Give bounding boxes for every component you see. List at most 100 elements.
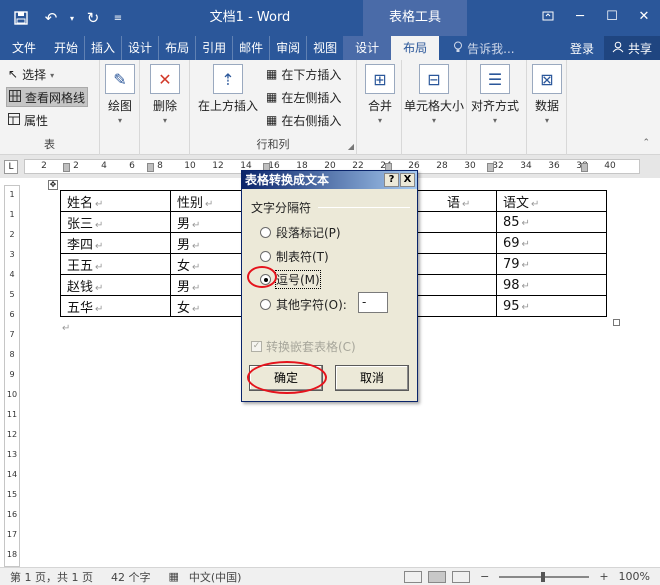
cell-end-mark: ↵ (95, 240, 104, 252)
close-icon[interactable]: ✕ (628, 0, 660, 32)
group-rows-columns: ⇡ 在上方插入 ▦ 在下方插入 ▦ 在左侧插入 ▦ 在右侧插入 行和列 ◢ (190, 60, 357, 155)
draw-button[interactable]: ✎ 绘图 ▾ (105, 64, 135, 125)
column-marker[interactable] (147, 163, 154, 172)
save-icon[interactable] (6, 3, 36, 33)
table-cell[interactable]: 85 ↵ (496, 211, 607, 233)
tab-insert[interactable]: 插入 (85, 36, 123, 60)
table-cell[interactable]: 79 ↵ (496, 253, 607, 275)
context-title: 表格工具 (363, 0, 467, 36)
column-marker[interactable] (581, 163, 588, 172)
ok-button[interactable]: 确定 (249, 365, 323, 391)
radio-comma[interactable]: 逗号(M) (260, 270, 321, 289)
cell-text: 98 (503, 277, 520, 293)
insert-below-icon: ▦ (266, 67, 278, 81)
alignment-icon: ☰ (480, 64, 510, 94)
properties-button[interactable]: 属性 (8, 110, 48, 130)
cancel-button[interactable]: 取消 (335, 365, 409, 391)
table-cell[interactable]: 五华 ↵ (60, 295, 171, 317)
tab-home[interactable]: 开始 (48, 36, 86, 60)
insert-left-label: 在左侧插入 (281, 90, 342, 105)
tab-review[interactable]: 审阅 (270, 36, 308, 60)
column-marker[interactable] (487, 163, 494, 172)
word-count[interactable]: 42 个字 (111, 569, 151, 585)
insert-left-button[interactable]: ▦ 在左侧插入 (266, 87, 341, 107)
tab-file[interactable]: 文件 (0, 36, 48, 60)
tab-references[interactable]: 引用 (196, 36, 234, 60)
radio-circle-selected (260, 274, 271, 285)
print-layout-icon[interactable] (428, 570, 447, 583)
column-marker[interactable] (63, 163, 70, 172)
table-cell[interactable]: 赵钱 ↵ (60, 274, 171, 296)
ruler-number: 16 (6, 510, 18, 519)
page-count[interactable]: 第 1 页，共 1 页 (10, 569, 93, 585)
radio-tab[interactable]: 制表符(T) (260, 248, 329, 265)
ruler-number: 10 (6, 390, 18, 399)
ruler-number: 40 (604, 161, 616, 171)
tab-layout[interactable]: 布局 (159, 36, 197, 60)
redo-icon[interactable]: ↻ (78, 3, 108, 33)
table-cell[interactable]: 李四 ↵ (60, 232, 171, 254)
insert-right-button[interactable]: ▦ 在右侧插入 (266, 110, 341, 130)
dialog-launcher-icon[interactable]: ◢ (348, 142, 354, 151)
tab-design[interactable]: 设计 (122, 36, 160, 60)
zoom-out-icon[interactable]: − (480, 570, 489, 583)
cell-end-mark: ↵ (95, 303, 104, 315)
minimize-icon[interactable]: ─ (564, 0, 596, 32)
read-mode-icon[interactable] (404, 570, 423, 583)
dialog-close-button[interactable]: X (400, 173, 415, 187)
table-cell[interactable]: 语文 ↵ (496, 190, 607, 212)
zoom-level[interactable]: 100% (619, 570, 650, 583)
table-move-handle-icon[interactable]: ✥ (48, 180, 58, 190)
select-button[interactable]: ↖ 选择 ▾ (8, 64, 54, 84)
zoom-slider-thumb[interactable] (541, 571, 546, 582)
tell-me-text: 告诉我... (467, 41, 515, 56)
other-character-input[interactable]: - (358, 292, 388, 313)
data-button[interactable]: ⊠ 数据 ▾ (532, 64, 562, 125)
data-label: 数据 (534, 99, 559, 113)
table-cell[interactable]: 王五 ↵ (60, 253, 171, 275)
alignment-button[interactable]: ☰ 对齐方式 ▾ (471, 64, 519, 125)
insert-below-button[interactable]: ▦ 在下方插入 (266, 64, 341, 84)
collapse-ribbon-icon[interactable]: ⌃ (642, 138, 650, 148)
table-cell[interactable]: 95 ↵ (496, 295, 607, 317)
cell-end-mark: ↵ (521, 217, 530, 229)
radio-paragraph-mark[interactable]: 段落标记(P) (260, 224, 341, 241)
radio-other[interactable]: 其他字符(O): (260, 296, 347, 313)
table-cell[interactable]: 姓名 ↵ (60, 190, 171, 212)
group-merge: ⊞ 合并 ▾ (357, 60, 402, 155)
language[interactable]: 中文(中国) (189, 569, 242, 585)
zoom-in-icon[interactable]: + (599, 570, 608, 583)
vertical-ruler[interactable]: 112345678910111213141516171819 (4, 185, 20, 579)
delete-button[interactable]: ✕ 删除 ▾ (150, 64, 180, 125)
chevron-down-icon: ▾ (432, 116, 437, 125)
undo-dropdown-icon[interactable]: ▾ (66, 3, 78, 33)
ribbon-display-icon[interactable] (532, 0, 564, 32)
cell-size-button[interactable]: ⊟ 单元格大小 ▾ (404, 64, 464, 125)
tab-table-design[interactable]: 设计 (343, 36, 392, 60)
tab-mailings[interactable]: 邮件 (233, 36, 271, 60)
share-button[interactable]: 共享 (603, 36, 660, 60)
ruler-number: 8 (9, 350, 15, 359)
customize-qat-icon[interactable]: ≡ (108, 3, 128, 33)
tab-stop-selector[interactable]: L (4, 160, 18, 174)
tab-view[interactable]: 视图 (307, 36, 343, 60)
insert-above-button[interactable]: ⇡ 在上方插入 (198, 64, 258, 114)
proofing-icon[interactable]: ▦ (168, 570, 178, 583)
sign-in-link[interactable]: 登录 (560, 40, 604, 57)
delete-table-icon: ✕ (150, 64, 180, 94)
help-button[interactable]: ? (384, 173, 399, 187)
zoom-slider[interactable] (499, 571, 590, 582)
table-resize-handle[interactable] (613, 319, 620, 326)
table-cell[interactable]: 98 ↵ (496, 274, 607, 296)
merge-button[interactable]: ⊞ 合并 ▾ (365, 64, 395, 125)
tab-table-layout[interactable]: 布局 (391, 36, 440, 60)
view-gridlines-button[interactable]: 查看网格线 (6, 87, 89, 107)
ruler-number: 6 (9, 310, 15, 319)
undo-icon[interactable]: ↶ (36, 3, 66, 33)
web-layout-icon[interactable] (452, 570, 471, 583)
maximize-icon[interactable]: ☐ (596, 0, 628, 32)
table-cell[interactable]: 张三 ↵ (60, 211, 171, 233)
group-cell-size: ⊟ 单元格大小 ▾ (402, 60, 467, 155)
tell-me-box[interactable]: 告诉我... (453, 40, 515, 57)
table-cell[interactable]: 69 ↵ (496, 232, 607, 254)
